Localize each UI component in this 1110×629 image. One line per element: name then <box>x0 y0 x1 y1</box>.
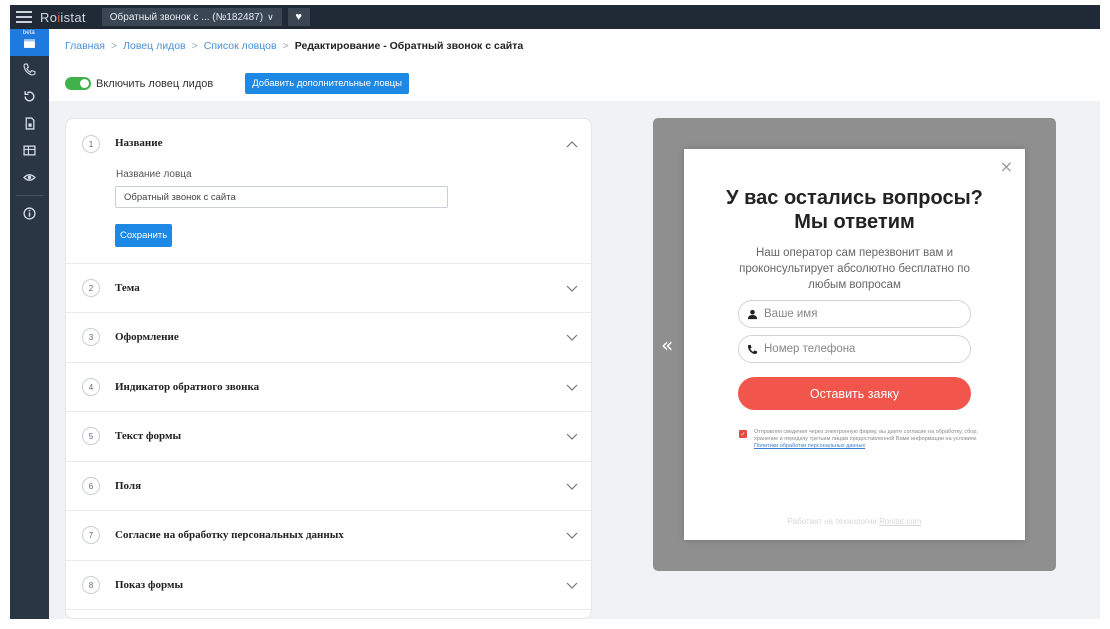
section-number: 1 <box>82 135 100 153</box>
callback-form-preview: × У вас остались вопросы? Мы ответим Наш… <box>684 149 1025 540</box>
consent-description: Отправляя сведения через электронную фор… <box>754 429 978 442</box>
section-divider <box>66 560 591 561</box>
phone-input[interactable]: Номер телефона <box>738 335 971 363</box>
form-title: У вас остались вопросы? Мы ответим <box>684 186 1025 234</box>
settings-accordion: 1 Название Название ловца Сохранить 2 Те… <box>65 118 592 619</box>
chevron-down-icon[interactable] <box>566 384 578 392</box>
form-title-line1: У вас остались вопросы? <box>726 187 983 209</box>
form-subtitle: Наш оператор сам перезвонит вам и прокон… <box>739 247 970 291</box>
beta-badge: beta <box>23 30 35 36</box>
catcher-name-input[interactable] <box>115 186 448 208</box>
chevron-down-icon[interactable] <box>566 334 578 342</box>
phone-placeholder: Номер телефона <box>764 343 856 355</box>
sidebar-divider <box>16 195 43 196</box>
privacy-policy-link[interactable]: Политики обработки персональных данных <box>754 443 865 449</box>
breadcrumb-home[interactable]: Главная <box>65 40 105 52</box>
hamburger-menu-icon[interactable] <box>16 11 32 23</box>
breadcrumb-separator: > <box>282 40 289 52</box>
section-number: 3 <box>82 328 100 346</box>
add-catchers-button[interactable]: Добавить дополнительные ловцы <box>245 73 409 94</box>
section-number: 7 <box>82 526 100 544</box>
section-number: 4 <box>82 378 100 396</box>
breadcrumb-catcher-list[interactable]: Список ловцов <box>204 40 277 52</box>
toggle-row: Включить ловец лидов Добавить дополнител… <box>65 73 409 94</box>
section-number: 8 <box>82 576 100 594</box>
phone-icon <box>23 63 36 76</box>
document-icon <box>25 117 35 130</box>
section-divider <box>66 510 591 511</box>
chevron-down-icon[interactable] <box>566 532 578 540</box>
chevron-down-icon[interactable] <box>566 433 578 441</box>
section-divider <box>66 411 591 412</box>
roistat-logo[interactable]: Roiistat <box>40 10 86 25</box>
save-button[interactable]: Сохранить <box>115 224 173 247</box>
toggle-label: Включить ловец лидов <box>96 77 214 90</box>
top-bar: Roiistat Обратный звонок с ... (№182487)… <box>10 5 1100 29</box>
chevron-up-icon[interactable] <box>566 140 578 148</box>
section-divider <box>66 362 591 363</box>
sidebar-item-info[interactable] <box>10 200 49 227</box>
history-icon <box>24 91 35 102</box>
breadcrumb-current: Редактирование - Обратный звонок с сайта <box>294 40 524 52</box>
powered-by: Работает на технологии Roistat.com <box>684 517 1025 526</box>
section-title-theme[interactable]: Тема <box>115 282 140 294</box>
section-divider <box>66 263 591 264</box>
form-title-line2: Мы ответим <box>794 211 915 233</box>
breadcrumb: Главная > Ловец лидов > Список ловцов > … <box>65 40 523 52</box>
sidebar-item-documents[interactable] <box>10 110 49 137</box>
section-divider <box>66 609 591 610</box>
powered-by-text: Работает на технологии <box>787 517 877 526</box>
chevron-down-icon[interactable] <box>566 483 578 491</box>
sidebar-item-tables[interactable] <box>10 137 49 164</box>
section-divider <box>66 461 591 462</box>
consent-block: ✓ Отправляя сведения через электронную ф… <box>739 429 979 450</box>
heart-icon[interactable]: ♥ <box>287 8 310 26</box>
section-title-design[interactable]: Оформление <box>115 331 179 343</box>
sidebar-item-view[interactable] <box>10 164 49 191</box>
left-sidebar: beta <box>10 29 49 619</box>
chevron-down-icon[interactable] <box>566 285 578 293</box>
close-icon[interactable]: × <box>1000 157 1013 176</box>
section-number: 2 <box>82 279 100 297</box>
section-title-name[interactable]: Название <box>115 137 162 149</box>
enable-lead-catcher-toggle[interactable] <box>65 77 91 90</box>
dashboard-icon <box>24 39 35 48</box>
project-name: Обратный звонок с ... (№182487) <box>109 11 264 23</box>
section-title-form-display[interactable]: Показ формы <box>115 579 183 591</box>
powered-by-link[interactable]: Roistat.com <box>879 517 921 526</box>
consent-checkbox[interactable]: ✓ <box>739 430 747 438</box>
sidebar-item-calls[interactable] <box>10 56 49 83</box>
double-chevron-left-icon[interactable]: « <box>661 333 673 357</box>
sidebar-item-dashboard[interactable]: beta <box>10 29 49 56</box>
section-number: 6 <box>82 477 100 495</box>
info-icon <box>23 207 36 220</box>
user-icon <box>747 309 758 319</box>
section-divider <box>66 312 591 313</box>
name-field-label: Название ловца <box>116 169 192 180</box>
phone-icon <box>747 344 758 354</box>
submit-request-button[interactable]: Оставить заяку <box>738 377 971 410</box>
table-icon <box>23 145 36 156</box>
section-title-callback-indicator[interactable]: Индикатор обратного звонка <box>115 381 259 393</box>
breadcrumb-separator: > <box>110 40 118 52</box>
name-input[interactable]: Ваше имя <box>738 300 971 328</box>
section-title-consent[interactable]: Согласие на обработку персональных данны… <box>115 529 344 541</box>
chevron-down-icon[interactable] <box>566 582 578 590</box>
section-title-form-text[interactable]: Текст формы <box>115 430 181 442</box>
breadcrumb-separator: > <box>191 40 198 52</box>
section-title-fields[interactable]: Поля <box>115 480 141 492</box>
name-placeholder: Ваше имя <box>764 308 818 320</box>
project-selector[interactable]: Обратный звонок с ... (№182487) ∨ <box>101 8 282 26</box>
section-number: 5 <box>82 427 100 445</box>
breadcrumb-lead-catcher[interactable]: Ловец лидов <box>123 40 186 52</box>
sidebar-item-history[interactable] <box>10 83 49 110</box>
chevron-down-icon: ∨ <box>267 11 274 22</box>
consent-text: Отправляя сведения через электронную фор… <box>754 429 979 450</box>
eye-icon <box>23 174 36 181</box>
